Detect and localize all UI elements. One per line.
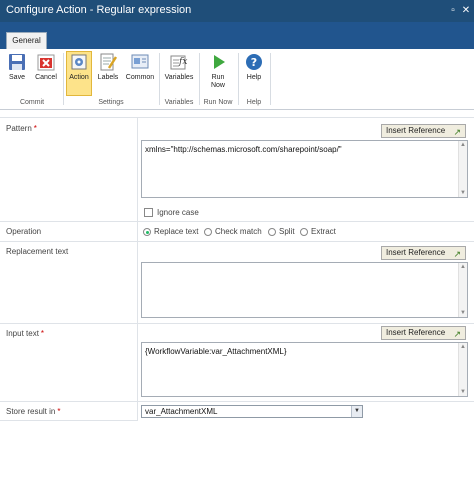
svg-text:?: ? bbox=[251, 56, 257, 69]
insert-reference-label: Insert Reference bbox=[386, 126, 446, 135]
operation-radio-extract[interactable] bbox=[300, 228, 308, 236]
variables-button[interactable]: fx Variables bbox=[162, 52, 196, 81]
action-label: Action bbox=[69, 74, 89, 81]
pattern-textarea[interactable]: xmlns="http://schemas.microsoft.com/shar… bbox=[141, 140, 468, 198]
run-now-label: Run Now bbox=[210, 74, 225, 89]
cancel-button[interactable]: Cancel bbox=[33, 52, 59, 81]
store-result-label: Store result in * bbox=[6, 407, 60, 416]
variables-label: Variables bbox=[164, 74, 194, 81]
ribbon: Save Cancel Commit Action Labels Common … bbox=[0, 49, 474, 110]
common-label: Common bbox=[125, 74, 155, 81]
input-text-label: Input text * bbox=[6, 329, 44, 338]
pattern-insert-reference-button[interactable]: Insert Reference ↗ bbox=[381, 124, 466, 138]
replacement-field: Insert Reference ↗ ▲ ▼ bbox=[137, 242, 474, 324]
save-icon bbox=[9, 54, 25, 70]
group-divider bbox=[63, 53, 64, 105]
group-label-settings: Settings bbox=[98, 99, 124, 106]
input-text-label-text: Input text bbox=[6, 329, 39, 338]
input-text-scrollbar[interactable]: ▲ ▼ bbox=[458, 343, 467, 396]
group-label-help: Help bbox=[246, 99, 262, 106]
tab-general[interactable]: General bbox=[6, 32, 47, 49]
operation-label: Operation bbox=[6, 227, 42, 236]
ignore-case-label: Ignore case bbox=[157, 208, 199, 217]
replacement-insert-reference-button[interactable]: Insert Reference ↗ bbox=[381, 246, 466, 260]
help-icon: ? bbox=[246, 54, 262, 70]
save-button[interactable]: Save bbox=[4, 52, 30, 81]
insert-reference-icon: ↗ bbox=[453, 127, 461, 137]
operation-radio-replace-text[interactable] bbox=[143, 228, 151, 236]
replacement-textarea[interactable]: ▲ ▼ bbox=[141, 262, 468, 318]
input-text-field: Insert Reference ↗ {WorkflowVariable:var… bbox=[137, 324, 474, 402]
group-label-commit: Commit bbox=[19, 99, 45, 106]
replacement-label: Replacement text bbox=[6, 247, 69, 256]
close-icon[interactable]: ✕ bbox=[461, 5, 471, 16]
store-result-select[interactable]: var_AttachmentXML ▼ bbox=[141, 405, 363, 418]
replacement-scrollbar[interactable]: ▲ ▼ bbox=[458, 263, 467, 317]
pattern-label-text: Pattern bbox=[6, 124, 32, 133]
help-label: Help bbox=[246, 74, 262, 81]
insert-reference-label: Insert Reference bbox=[386, 248, 446, 257]
store-result-row: Store result in * var_AttachmentXML ▼ bbox=[0, 401, 474, 421]
group-divider bbox=[159, 53, 160, 105]
operation-option-label: Split bbox=[279, 227, 295, 236]
group-divider bbox=[270, 53, 271, 105]
input-text-value: {WorkflowVariable:var_AttachmentXML} bbox=[145, 347, 287, 356]
group-label-run-now: Run Now bbox=[203, 99, 233, 106]
operation-radio-split[interactable] bbox=[268, 228, 276, 236]
save-label: Save bbox=[9, 74, 25, 81]
pattern-field: Insert Reference ↗ xmlns="http://schemas… bbox=[137, 118, 474, 222]
required-marker: * bbox=[40, 329, 45, 338]
labels-label: Labels bbox=[97, 74, 119, 81]
pattern-row: Pattern * Insert Reference ↗ xmlns="http:… bbox=[0, 117, 474, 222]
common-icon bbox=[131, 54, 149, 69]
pattern-label: Pattern * bbox=[6, 124, 37, 133]
operation-row: Operation Replace text Check match Split… bbox=[0, 221, 474, 242]
operation-option-label: Replace text bbox=[154, 227, 199, 236]
group-divider bbox=[199, 53, 200, 105]
required-marker: * bbox=[33, 124, 37, 133]
operation-radio-check-match[interactable] bbox=[204, 228, 212, 236]
input-text-insert-reference-button[interactable]: Insert Reference ↗ bbox=[381, 326, 466, 340]
replacement-row: Replacement text Insert Reference ↗ ▲ ▼ bbox=[0, 241, 474, 324]
run-now-button[interactable]: Run Now bbox=[202, 52, 234, 90]
required-marker: * bbox=[57, 407, 61, 416]
ignore-case-checkbox[interactable] bbox=[144, 208, 153, 217]
run-now-icon bbox=[214, 55, 225, 69]
labels-icon bbox=[100, 53, 118, 71]
store-result-value: var_AttachmentXML bbox=[145, 407, 218, 416]
insert-reference-icon: ↗ bbox=[453, 329, 461, 339]
insert-reference-icon: ↗ bbox=[453, 249, 461, 259]
minimize-icon[interactable]: ▫ bbox=[448, 5, 458, 16]
cancel-label: Cancel bbox=[35, 74, 57, 81]
operation-field: Replace text Check match Split Extract bbox=[137, 222, 474, 242]
store-result-field: var_AttachmentXML ▼ bbox=[137, 402, 474, 421]
group-divider bbox=[238, 53, 239, 105]
operation-option-label: Extract bbox=[311, 227, 336, 236]
help-button[interactable]: ? Help bbox=[241, 52, 267, 81]
chevron-down-icon: ▼ bbox=[351, 406, 362, 417]
action-button[interactable]: Action bbox=[66, 51, 92, 96]
operation-option-label: Check match bbox=[215, 227, 262, 236]
window-titlebar: Configure Action - Regular expression ▫ … bbox=[0, 0, 474, 22]
action-icon bbox=[71, 54, 87, 70]
window-title: Configure Action - Regular expression bbox=[6, 4, 192, 16]
input-text-textarea[interactable]: {WorkflowVariable:var_AttachmentXML} ▲ ▼ bbox=[141, 342, 468, 397]
ribbon-tabstrip: General bbox=[0, 22, 474, 49]
store-result-label-text: Store result in bbox=[6, 407, 56, 416]
common-button[interactable]: Common bbox=[124, 52, 156, 81]
input-text-row: Input text * Insert Reference ↗ {Workflow… bbox=[0, 323, 474, 402]
group-label-variables: Variables bbox=[164, 99, 194, 106]
pattern-value: xmlns="http://schemas.microsoft.com/shar… bbox=[145, 145, 342, 154]
cancel-icon bbox=[37, 54, 55, 71]
pattern-scrollbar[interactable]: ▲ ▼ bbox=[458, 141, 467, 197]
insert-reference-label: Insert Reference bbox=[386, 328, 446, 337]
variables-icon: fx bbox=[170, 55, 187, 70]
labels-button[interactable]: Labels bbox=[95, 52, 121, 81]
svg-text:fx: fx bbox=[178, 57, 187, 67]
